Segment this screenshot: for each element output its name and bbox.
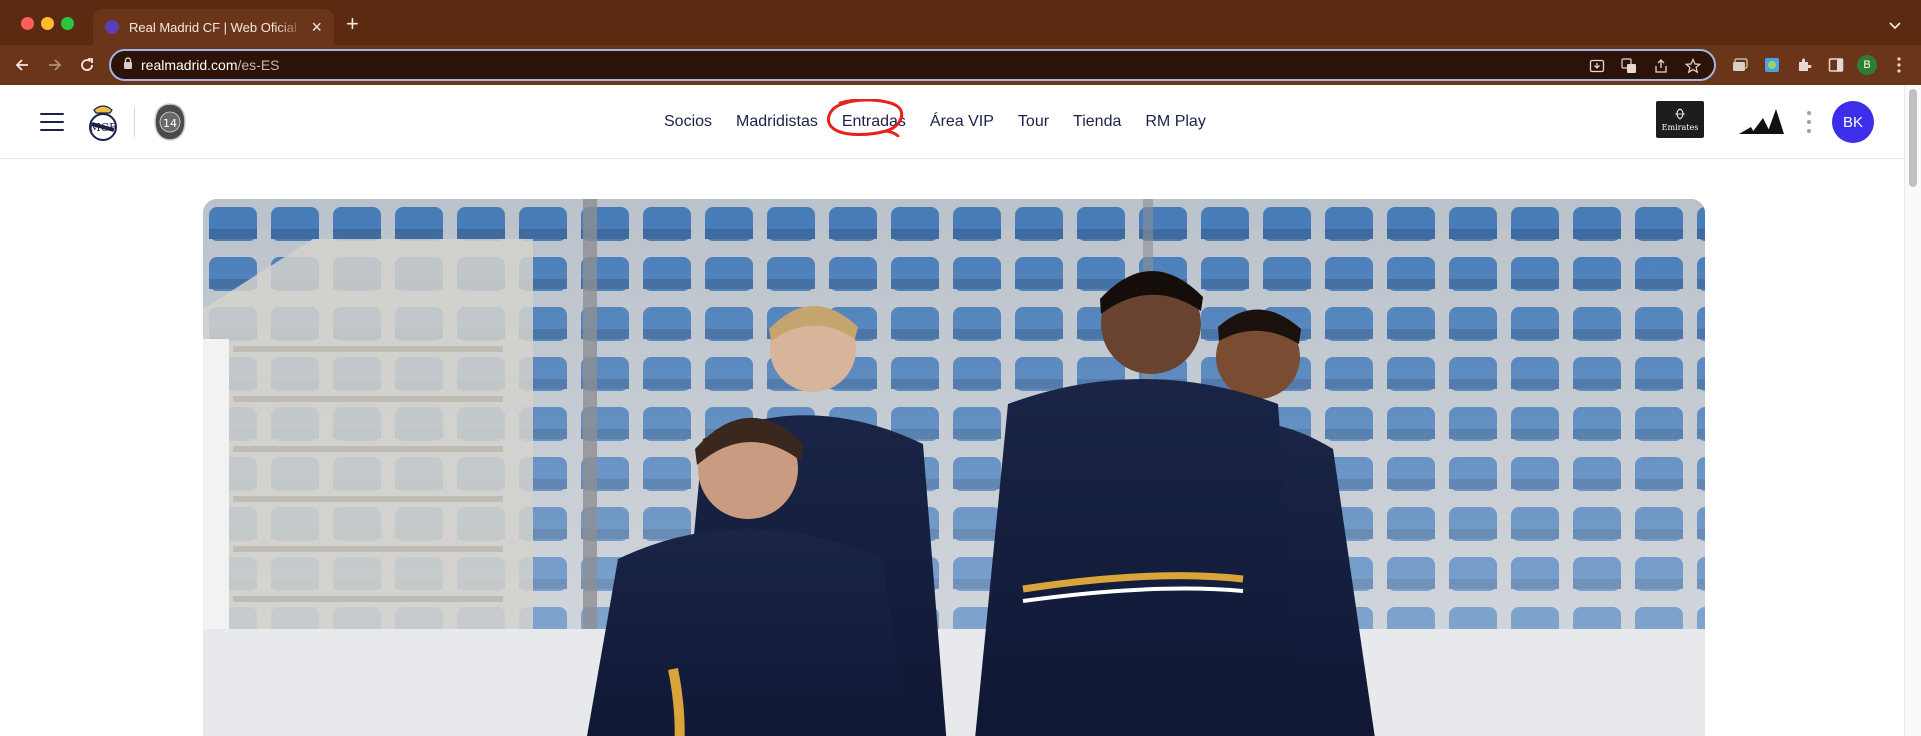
extensions-puzzle-icon[interactable] [1793,54,1814,75]
lock-icon[interactable] [123,56,133,74]
nav-tienda[interactable]: Tienda [1061,113,1133,131]
user-avatar[interactable]: BK [1832,101,1874,143]
site-header: MCF 14 Socios Madridistas Entradas Área … [0,85,1904,159]
url-text: realmadrid.com/es-ES [141,57,280,73]
svg-text:MCF: MCF [89,121,117,134]
nav-rm-play[interactable]: RM Play [1133,113,1217,131]
address-bar[interactable]: realmadrid.com/es-ES [109,49,1716,81]
tab-search-chevron-icon[interactable] [1889,17,1901,35]
minimize-window-button[interactable] [41,17,54,30]
champions-14-badge-logo[interactable]: 14 [153,102,187,142]
browser-tab[interactable]: Real Madrid CF | Web Oficial del Real Ma… [93,9,334,45]
install-app-icon[interactable] [1588,57,1606,75]
browser-menu-kebab-icon[interactable] [1888,54,1909,75]
emirates-sponsor-text: Emirates [1661,122,1699,132]
tab-title: Real Madrid CF | Web Oficial del Real Ma… [129,19,303,35]
translate-icon[interactable] [1620,57,1638,75]
players-training-photo [203,199,1705,736]
share-icon[interactable] [1652,57,1670,75]
close-window-button[interactable] [21,17,34,30]
forward-arrow-icon[interactable] [44,54,66,76]
real-madrid-crest-logo[interactable]: MCF [86,101,120,143]
maximize-window-button[interactable] [61,17,74,30]
extension-photo-icon[interactable] [1761,54,1782,75]
url-host: realmadrid.com [141,57,238,73]
extension-stack-icon[interactable] [1729,54,1750,75]
hamburger-menu-icon[interactable] [40,113,64,131]
url-path: /es-ES [237,57,280,73]
more-options-kebab-icon[interactable] [1806,111,1812,133]
nav-socios[interactable]: Socios [652,113,724,131]
tab-close-icon[interactable]: × [311,18,322,36]
scrollbar-thumb[interactable] [1909,89,1917,187]
nav-tour[interactable]: Tour [1006,113,1061,131]
badge-number: 14 [163,117,177,130]
header-divider [134,107,135,137]
browser-profile-avatar[interactable]: B [1857,54,1877,75]
main-nav: Socios Madridistas Entradas Área VIP Tou… [652,85,1218,159]
bookmark-star-icon[interactable] [1684,57,1702,75]
hero-image[interactable] [203,199,1705,736]
browser-toolbar: realmadrid.com/es-ES B [0,45,1921,85]
reload-icon[interactable] [76,54,98,76]
adidas-logo[interactable] [1737,106,1785,138]
web-page: MCF 14 Socios Madridistas Entradas Área … [0,85,1904,736]
emirates-sponsor-logo[interactable]: Emirates [1656,101,1704,138]
browser-tabbar: Real Madrid CF | Web Oficial del Real Ma… [0,0,1921,45]
page-scrollbar[interactable] [1904,85,1921,736]
new-tab-button[interactable]: + [346,13,359,35]
back-arrow-icon[interactable] [11,54,33,76]
favicon-icon [105,20,119,34]
entradas-highlight-annotation [826,99,904,137]
side-panel-icon[interactable] [1825,54,1846,75]
nav-madridistas[interactable]: Madridistas [724,113,830,131]
nav-area-vip[interactable]: Área VIP [918,113,1006,131]
emirates-emblem-icon [1675,107,1685,120]
